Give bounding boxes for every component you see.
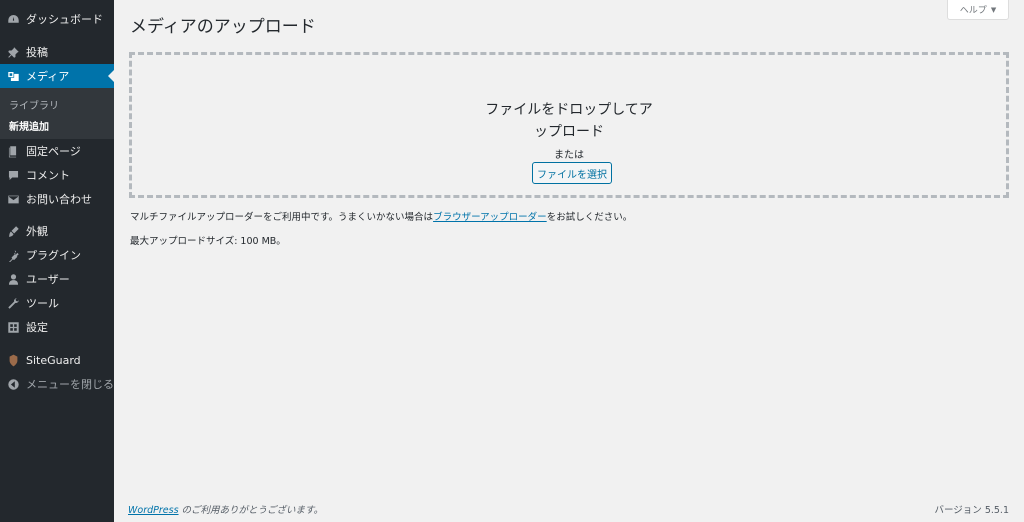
select-files-button[interactable]: ファイルを選択: [532, 162, 612, 184]
menu-pages[interactable]: 固定ページ: [0, 139, 114, 163]
help-tab-button[interactable]: ヘルプ ▼: [947, 0, 1009, 20]
media-submenu: ライブラリ 新規追加: [0, 88, 114, 139]
media-icon: [6, 69, 20, 83]
brush-icon: [6, 224, 20, 238]
help-label: ヘルプ: [959, 6, 987, 16]
menu-tools-label: ツール: [26, 297, 59, 310]
footer-version: バージョン 5.5.1: [934, 505, 1009, 516]
menu-siteguard[interactable]: SiteGuard: [0, 348, 114, 372]
wordpress-link[interactable]: WordPress: [128, 505, 179, 516]
or-label: または: [554, 150, 584, 161]
collapse-menu-label: メニューを閉じる: [26, 378, 114, 391]
menu-media[interactable]: メディア: [0, 64, 114, 88]
menu-plugins[interactable]: プラグイン: [0, 243, 114, 267]
multi-uploader-note: マルチファイルアップローダーをご利用中です。うまくいかない場合はブラウザーアップ…: [130, 209, 632, 223]
menu-comments[interactable]: コメント: [0, 163, 114, 187]
menu-siteguard-label: SiteGuard: [26, 353, 81, 367]
comment-icon: [6, 168, 20, 182]
drop-instructions: ファイルをドロップしてア ップロード: [132, 99, 1006, 143]
footer-thanks-text: のご利用ありがとうございます。: [178, 505, 324, 516]
active-indicator: [108, 70, 114, 82]
menu-tools[interactable]: ツール: [0, 291, 114, 315]
menu-dashboard-label: ダッシュボード: [26, 13, 103, 26]
submenu-add-new[interactable]: 新規追加: [9, 118, 49, 133]
admin-sidebar: ダッシュボード 投稿 メディア ライブラリ 新規追加 固定ページ コメント お問…: [0, 0, 114, 522]
collapse-arrow-icon: [6, 377, 20, 391]
submenu-library[interactable]: ライブラリ: [9, 97, 59, 112]
drop-line-1: ファイルをドロップしてア: [485, 102, 653, 118]
siteguard-icon: [6, 353, 20, 367]
upload-drop-zone[interactable]: ファイルをドロップしてア ップロード または ファイルを選択: [129, 52, 1009, 198]
menu-posts-label: 投稿: [26, 46, 48, 59]
menu-settings-label: 設定: [26, 321, 48, 334]
menu-appearance[interactable]: 外観: [0, 219, 114, 243]
menu-media-label: メディア: [26, 70, 70, 83]
max-upload-size: 最大アップロードサイズ: 100 MB。: [130, 236, 286, 247]
mail-icon: [6, 192, 20, 206]
menu-settings[interactable]: 設定: [0, 315, 114, 339]
dashboard-icon: [6, 12, 20, 26]
menu-users-label: ユーザー: [26, 273, 70, 286]
multi-uploader-suffix: をお試しください。: [546, 212, 633, 223]
menu-dashboard[interactable]: ダッシュボード: [0, 7, 114, 31]
menu-posts[interactable]: 投稿: [0, 40, 114, 64]
wrench-icon: [6, 296, 20, 310]
footer-thanks: WordPress のご利用ありがとうございます。: [128, 502, 323, 516]
menu-appearance-label: 外観: [26, 225, 48, 238]
menu-contact-label: お問い合わせ: [26, 193, 92, 206]
menu-pages-label: 固定ページ: [26, 145, 81, 158]
caret-down-icon: ▼: [990, 5, 997, 14]
page-title: メディアのアップロード: [130, 17, 316, 37]
collapse-menu-button[interactable]: メニューを閉じる: [0, 372, 114, 396]
plugin-icon: [6, 248, 20, 262]
menu-contact[interactable]: お問い合わせ: [0, 187, 114, 211]
multi-uploader-prefix: マルチファイルアップローダーをご利用中です。うまくいかない場合は: [130, 212, 434, 223]
user-icon: [6, 272, 20, 286]
settings-icon: [6, 320, 20, 334]
pin-icon: [6, 45, 20, 59]
menu-users[interactable]: ユーザー: [0, 267, 114, 291]
browser-uploader-link[interactable]: ブラウザーアップローダー: [433, 212, 547, 223]
pages-icon: [6, 144, 20, 158]
menu-plugins-label: プラグイン: [26, 249, 81, 262]
menu-comments-label: コメント: [26, 169, 70, 182]
drop-line-2: ップロード: [534, 124, 604, 140]
